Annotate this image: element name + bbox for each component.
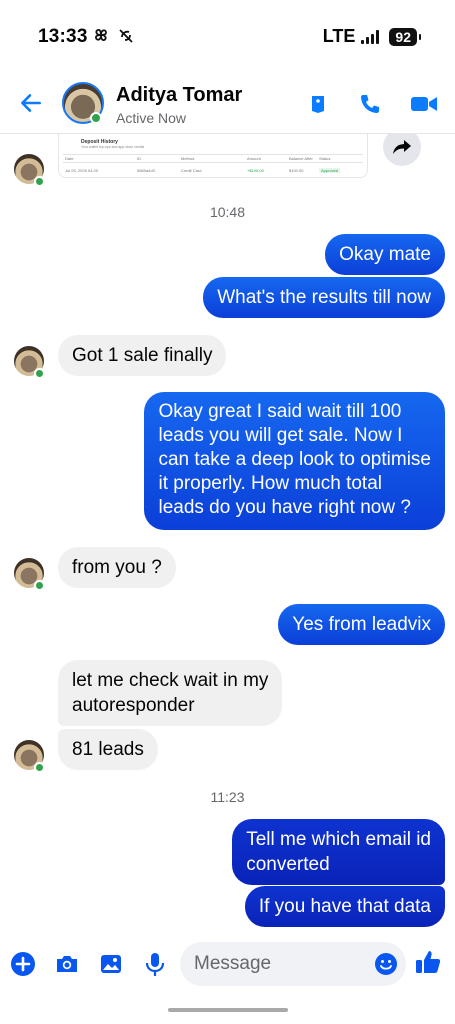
thumbs-up-icon[interactable] <box>414 948 442 976</box>
back-arrow-icon[interactable] <box>18 90 44 116</box>
network-type: LTE <box>322 26 356 46</box>
tag-icon[interactable] <box>306 92 330 116</box>
pinwheel-icon <box>95 29 133 43</box>
message-input[interactable] <box>180 942 406 986</box>
incoming-message[interactable]: from you ? <box>58 547 176 588</box>
outgoing-message[interactable]: Yes from leadvix <box>278 604 445 645</box>
video-call-icon[interactable] <box>410 92 438 116</box>
online-status-dot <box>34 762 45 773</box>
incoming-message[interactable]: let me check wait in my autoresponder <box>58 660 283 726</box>
status-right: LTE 92 <box>322 26 421 47</box>
status-bar: 13:33 LTE 92 <box>0 0 455 72</box>
gallery-icon[interactable] <box>97 950 125 978</box>
forward-arrow-icon <box>393 140 411 154</box>
outgoing-message[interactable]: Okay great I said wait till 100 leads yo… <box>144 392 445 530</box>
status-notification-icons <box>92 25 136 50</box>
contact-name[interactable]: Aditya Tomar <box>116 84 242 107</box>
shared-screenshot-title: Deposit History Your wallet top-ups and … <box>81 139 145 149</box>
home-indicator <box>168 1008 288 1012</box>
timestamp-divider: 11:23 <box>210 789 245 805</box>
microphone-icon[interactable] <box>141 950 169 978</box>
online-status-dot <box>90 112 102 124</box>
outgoing-message[interactable]: Okay mate <box>325 234 445 275</box>
emoji-icon[interactable] <box>374 952 398 976</box>
contact-active-status: Active Now <box>116 110 187 126</box>
shared-screenshot-data-row: Jul 05, 2025 04:20 9865a4d3 Credit Card +$1… <box>65 168 341 173</box>
chat-header: Aditya Tomar Active Now <box>0 72 455 134</box>
timestamp-divider: 10:48 <box>209 204 246 220</box>
online-status-dot <box>34 368 45 379</box>
battery-icon: 92 <box>389 27 421 46</box>
incoming-message[interactable]: 81 leads <box>58 729 158 770</box>
signal-icon <box>361 29 380 44</box>
outgoing-message[interactable]: What's the results till now <box>203 277 445 318</box>
camera-icon[interactable] <box>53 950 81 978</box>
shared-screenshot[interactable]: Deposit History Your wallet top-ups and … <box>58 134 368 178</box>
shared-screenshot-header-row: Date ID Method Amount Balance After Status <box>65 156 331 161</box>
missed-call-icon <box>119 29 133 43</box>
forward-button[interactable] <box>383 134 421 166</box>
message-thread[interactable]: Deposit History Your wallet top-ups and … <box>0 134 455 938</box>
outgoing-message[interactable]: Tell me which email id converted <box>232 819 445 885</box>
outgoing-message[interactable]: If you have that data <box>244 886 445 927</box>
phone-call-icon[interactable] <box>358 92 382 116</box>
online-status-dot <box>34 580 45 591</box>
plus-icon[interactable] <box>9 950 37 978</box>
clock: 13:33 <box>38 26 88 47</box>
online-status-dot <box>34 176 45 187</box>
incoming-message[interactable]: Got 1 sale finally <box>58 335 227 376</box>
message-composer <box>0 938 455 994</box>
